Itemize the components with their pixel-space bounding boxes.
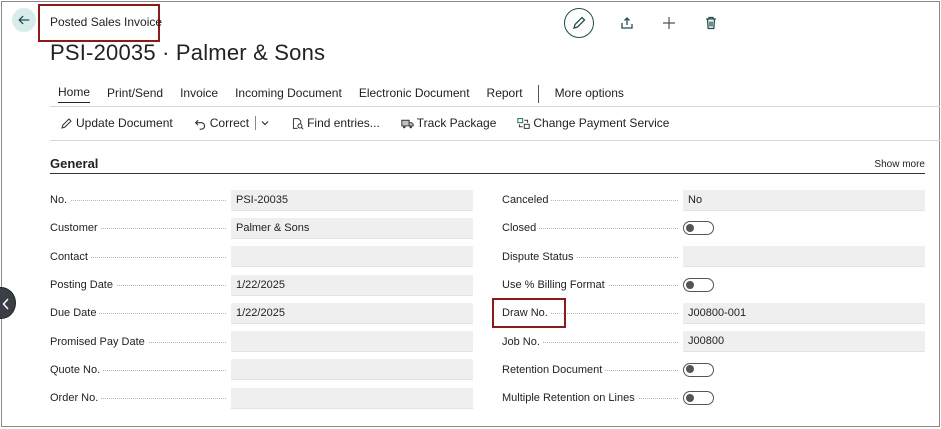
tab-print-send[interactable]: Print/Send [107,86,163,103]
quote-no-field[interactable] [231,359,473,381]
update-document-label: Update Document [76,116,173,130]
toggle-knob [686,393,694,402]
toggle-knob [686,223,694,232]
section-divider [50,173,925,174]
truck-icon [401,119,414,128]
header-actions [564,8,720,38]
dispute-status-field[interactable] [683,246,925,268]
share-button[interactable] [618,14,636,32]
update-document-button[interactable]: Update Document [60,116,173,130]
correct-label: Correct [209,116,250,130]
field-row-no: No. PSI-20035 [50,186,473,214]
find-document-icon [293,117,304,130]
change-payment-service-button[interactable]: Change Payment Service [517,116,669,130]
contact-field[interactable] [231,246,473,268]
track-package-label: Track Package [416,116,497,130]
action-bar: Update Document Correct Find entries... … [60,116,690,130]
actionbar-divider [50,140,940,141]
correct-dropdown[interactable] [255,116,270,130]
field-label: Order No. [50,392,102,405]
field-row-multiple-retention: Multiple Retention on Lines [502,384,925,412]
field-row-retention-document: Retention Document [502,356,925,384]
field-label: Promised Pay Date [50,335,148,348]
tab-separator [537,85,539,103]
field-row-promised-pay-date: Promised Pay Date [50,327,473,355]
field-row-closed: Closed [502,214,925,242]
payment-service-icon [517,117,531,129]
pencil-icon [61,117,72,129]
page-caption: Posted Sales Invoice [50,15,163,29]
tab-electronic-document[interactable]: Electronic Document [359,86,470,103]
field-row-job-no: Job No. J00800 [502,327,925,355]
field-label: Use % Billing Format [502,279,608,292]
field-row-dispute-status: Dispute Status [502,243,925,271]
share-icon [621,17,633,29]
trash-icon [706,16,716,30]
order-no-field[interactable] [231,387,473,409]
leader-dots [50,200,226,202]
page-title: PSI-20035 · Palmer & Sons [50,40,326,65]
toggle-knob [686,365,694,374]
field-row-contact: Contact [50,243,473,271]
field-row-customer: Customer Palmer & Sons [50,214,473,242]
customer-field[interactable]: Palmer & Sons [231,217,473,239]
field-label: Contact [50,250,91,263]
field-row-canceled: Canceled No [502,186,925,214]
show-more-link[interactable]: Show more [874,159,925,170]
chevron-down-icon [261,121,269,126]
tabs-divider [50,106,940,107]
change-payment-service-label: Change Payment Service [533,116,670,130]
general-left-column: No. PSI-20035 Customer Palmer & Sons Con… [50,186,473,412]
field-label: Posting Date [50,279,116,292]
arrow-left-icon [18,15,30,25]
no-field[interactable]: PSI-20035 [231,189,473,211]
tab-invoice[interactable]: Invoice [180,86,218,103]
job-no-field[interactable]: J00800 [683,331,925,353]
field-label: No. [50,194,71,207]
tab-incoming-document[interactable]: Incoming Document [235,86,342,103]
toggle-knob [686,280,694,289]
field-label: Multiple Retention on Lines [502,392,638,405]
field-label: Closed [502,222,540,235]
section-title[interactable]: General [50,156,98,171]
correct-button[interactable]: Correct [194,116,270,130]
field-row-order-no: Order No. [50,384,473,412]
field-label: Customer [50,222,101,235]
draw-no-field[interactable]: J00800-001 [683,302,925,324]
billing-format-toggle[interactable] [683,278,714,293]
undo-icon [194,119,205,130]
multiple-retention-toggle[interactable] [683,391,714,406]
field-row-posting-date: Posting Date 1/22/2025 [50,271,473,299]
delete-button[interactable] [702,14,720,32]
back-button[interactable] [12,8,36,32]
pencil-icon [573,16,586,29]
find-entries-button[interactable]: Find entries... [291,116,380,130]
tab-home[interactable]: Home [58,85,91,103]
find-entries-label: Find entries... [307,116,380,130]
posting-date-field[interactable]: 1/22/2025 [231,274,473,296]
canceled-field[interactable]: No [683,189,925,211]
tab-report[interactable]: Report [487,86,523,103]
action-tabs: Home Print/Send Invoice Incoming Documen… [58,85,641,103]
field-label: Job No. [502,335,543,348]
field-row-due-date: Due Date 1/22/2025 [50,299,473,327]
due-date-field[interactable]: 1/22/2025 [231,302,473,324]
chevron-left-icon [2,298,9,310]
retention-document-toggle[interactable] [683,362,714,377]
field-label: Dispute Status [502,250,577,263]
field-label: Retention Document [502,363,606,376]
field-label: Due Date [50,307,100,320]
draw-no-highlight [492,298,566,328]
field-label: Canceled [502,194,552,207]
track-package-button[interactable]: Track Package [401,116,497,130]
promised-pay-date-field[interactable] [231,331,473,353]
more-options-button[interactable]: More options [555,86,624,103]
field-row-billing-format: Use % Billing Format [502,271,925,299]
plus-icon [663,17,675,29]
field-row-quote-no: Quote No. [50,356,473,384]
edit-button[interactable] [564,8,594,38]
closed-toggle[interactable] [683,221,714,236]
new-button[interactable] [660,14,678,32]
field-label: Quote No. [50,363,104,376]
